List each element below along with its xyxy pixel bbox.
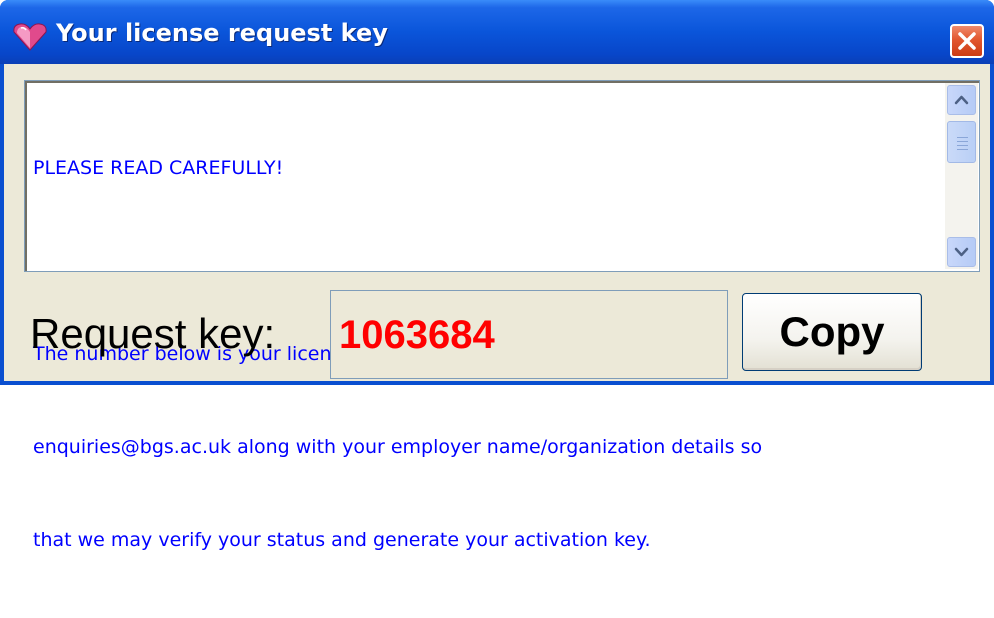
message-line: enquiries@bgs.ac.uk along with your empl… <box>33 436 763 458</box>
close-button[interactable] <box>950 24 984 58</box>
scroll-down-button[interactable] <box>947 237 976 267</box>
vertical-scrollbar[interactable] <box>945 83 978 269</box>
arrow-up-icon <box>954 95 969 105</box>
scroll-thumb[interactable] <box>947 121 976 163</box>
arrow-down-icon <box>954 247 969 257</box>
dialog-body: PLEASE READ CAREFULLY! The number below … <box>4 64 990 551</box>
request-key-label: Request key: <box>30 310 276 357</box>
close-icon <box>958 32 976 50</box>
copy-button-label: Copy <box>779 308 885 355</box>
message-line <box>33 246 933 277</box>
heart-gem-icon <box>13 23 47 51</box>
message-line: that we may verify your status and gener… <box>33 529 651 551</box>
scroll-up-button[interactable] <box>947 85 976 115</box>
dialog-window: Your license request key PLEASE READ CAR… <box>0 0 994 551</box>
request-key-field[interactable]: 1063684 <box>330 290 728 379</box>
message-line: PLEASE READ CAREFULLY! <box>33 157 284 179</box>
title-bar[interactable]: Your license request key <box>0 0 994 64</box>
request-key-value: 1063684 <box>339 313 495 357</box>
copy-button[interactable]: Copy <box>742 293 922 371</box>
message-textarea[interactable]: PLEASE READ CAREFULLY! The number below … <box>24 80 980 551</box>
window-title: Your license request key <box>56 19 388 47</box>
